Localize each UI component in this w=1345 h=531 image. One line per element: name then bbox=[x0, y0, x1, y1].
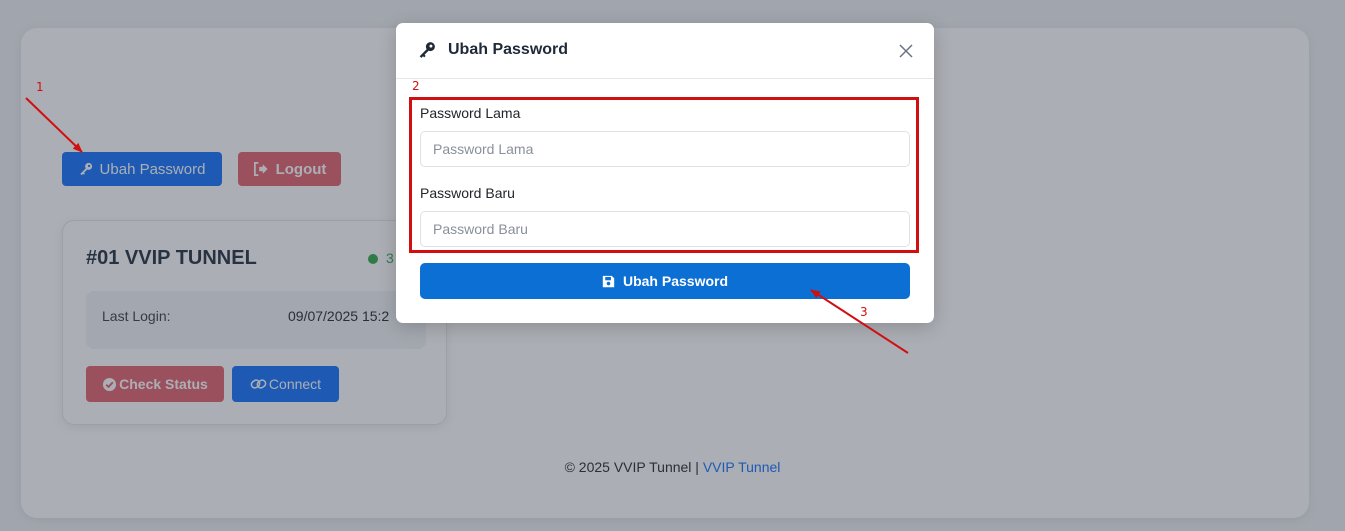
annotation-arrows bbox=[25, 97, 909, 354]
annotation-arrow-1 bbox=[25, 97, 83, 153]
annotation-arrow-3 bbox=[810, 289, 909, 354]
